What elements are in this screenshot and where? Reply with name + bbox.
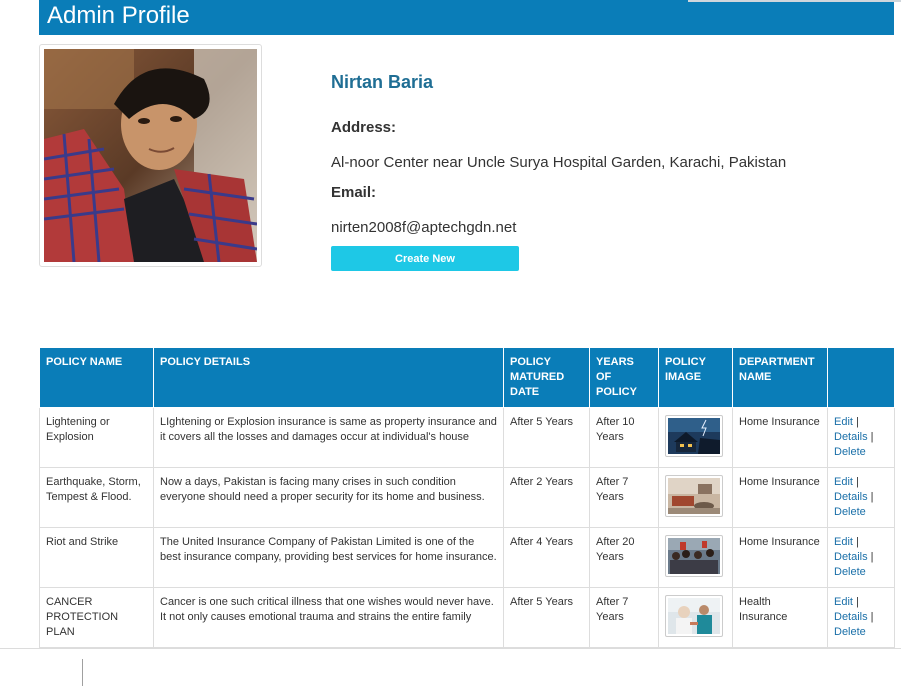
header-policy-image: POLICY IMAGE	[658, 347, 733, 408]
edit-link[interactable]: Edit	[834, 596, 853, 608]
policy-image-cell	[658, 527, 733, 588]
policies-table: POLICY NAME POLICY DETAILS POLICY MATURE…	[39, 347, 895, 648]
delete-link[interactable]: Delete	[834, 566, 866, 578]
policy-name-cell: CANCER PROTECTION PLAN	[39, 587, 154, 648]
admin-header-bar: Admin Profile	[39, 0, 894, 35]
create-new-button[interactable]: Create New	[331, 246, 519, 271]
policy-thumbnail[interactable]	[665, 535, 723, 577]
actions-cell: Edit | Details | Delete	[827, 527, 895, 588]
edit-link[interactable]: Edit	[834, 536, 853, 548]
header-department-name: DEPARTMENT NAME	[732, 347, 828, 408]
policy-image-cell	[658, 467, 733, 528]
details-link[interactable]: Details	[834, 611, 868, 623]
department-cell: Home Insurance	[732, 407, 828, 468]
actions-cell: Edit | Details | Delete	[827, 467, 895, 528]
bottom-divider	[82, 659, 83, 686]
details-link[interactable]: Details	[834, 431, 868, 443]
header-policy-name: POLICY NAME	[39, 347, 154, 408]
address-value: Al-noor Center near Uncle Surya Hospital…	[331, 154, 787, 171]
email-label: Email:	[331, 184, 377, 201]
policy-details-cell: Now a days, Pakistan is facing many cris…	[153, 467, 504, 528]
details-link[interactable]: Details	[834, 491, 868, 503]
header-years-of-policy: YEARS OF POLICY	[589, 347, 659, 408]
matured-date-cell: After 4 Years	[503, 527, 590, 588]
years-cell: After 20 Years	[589, 527, 659, 588]
table-row: Earthquake, Storm, Tempest & Flood. Now …	[39, 467, 895, 528]
riot-crowd-image	[668, 538, 720, 574]
policy-details-cell: LIghtening or Explosion insurance is sam…	[153, 407, 504, 468]
actions-cell: Edit | Details | Delete	[827, 587, 895, 648]
email-value: nirten2008f@aptechgdn.net	[331, 219, 517, 236]
delete-link[interactable]: Delete	[834, 626, 866, 638]
policy-details-cell: Cancer is one such critical illness that…	[153, 587, 504, 648]
bottom-bar	[0, 648, 901, 686]
table-row: CANCER PROTECTION PLAN Cancer is one suc…	[39, 587, 895, 648]
table-row: Lightening or Explosion LIghtening or Ex…	[39, 407, 895, 468]
matured-date-cell: After 5 Years	[503, 587, 590, 648]
header-matured-date: POLICY MATURED DATE	[503, 347, 590, 408]
policy-image-cell	[658, 587, 733, 648]
policy-details-cell: The United Insurance Company of Pakistan…	[153, 527, 504, 588]
years-cell: After 10 Years	[589, 407, 659, 468]
delete-link[interactable]: Delete	[834, 446, 866, 458]
years-cell: After 7 Years	[589, 467, 659, 528]
actions-cell: Edit | Details | Delete	[827, 407, 895, 468]
damaged-room-image	[668, 478, 720, 514]
policy-thumbnail[interactable]	[665, 475, 723, 517]
edit-link[interactable]: Edit	[834, 476, 853, 488]
header-shadow	[688, 0, 901, 2]
address-label: Address:	[331, 119, 397, 136]
department-cell: Home Insurance	[732, 467, 828, 528]
policy-name-cell: Earthquake, Storm, Tempest & Flood.	[39, 467, 154, 528]
policy-image-cell	[658, 407, 733, 468]
profile-name: Nirtan Baria	[331, 72, 434, 92]
table-row: Riot and Strike The United Insurance Com…	[39, 527, 895, 588]
matured-date-cell: After 2 Years	[503, 467, 590, 528]
details-link[interactable]: Details	[834, 551, 868, 563]
cancer-care-image	[668, 598, 720, 634]
header-actions	[827, 347, 895, 408]
lightning-house-image	[668, 418, 720, 454]
department-cell: Health Insurance	[732, 587, 828, 648]
policy-name-cell: Riot and Strike	[39, 527, 154, 588]
matured-date-cell: After 5 Years	[503, 407, 590, 468]
years-cell: After 7 Years	[589, 587, 659, 648]
delete-link[interactable]: Delete	[834, 506, 866, 518]
profile-photo-frame	[39, 44, 262, 267]
profile-photo	[44, 49, 257, 262]
policy-thumbnail[interactable]	[665, 415, 723, 457]
profile-photo-image	[44, 49, 257, 262]
page-title: Admin Profile	[47, 2, 190, 29]
edit-link[interactable]: Edit	[834, 416, 853, 428]
policy-thumbnail[interactable]	[665, 595, 723, 637]
table-header-row: POLICY NAME POLICY DETAILS POLICY MATURE…	[39, 347, 895, 408]
department-cell: Home Insurance	[732, 527, 828, 588]
header-policy-details: POLICY DETAILS	[153, 347, 504, 408]
policy-name-cell: Lightening or Explosion	[39, 407, 154, 468]
